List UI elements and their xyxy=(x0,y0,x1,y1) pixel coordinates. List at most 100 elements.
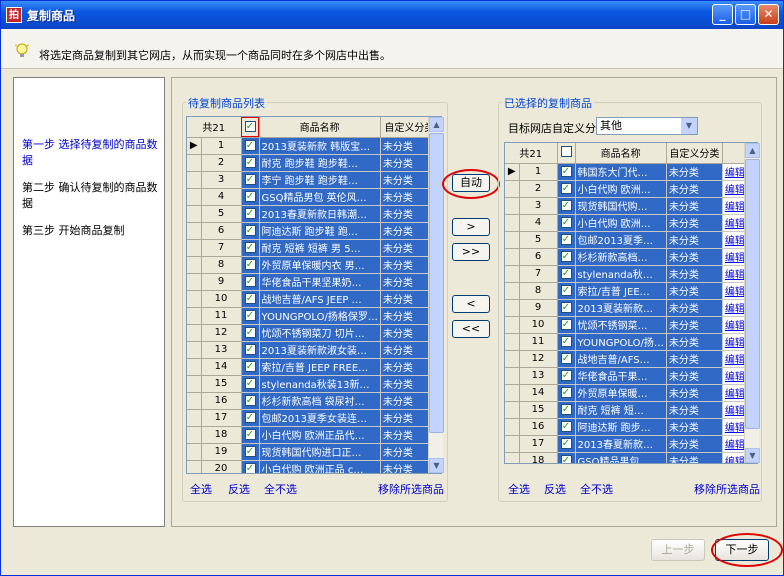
close-button[interactable]: ✕ xyxy=(758,4,779,25)
product-name-cell[interactable]: 现货韩国代购… xyxy=(575,197,667,215)
table-row[interactable]: 16 ✓ 杉杉新款高档 袋尿衬… 未分类 xyxy=(187,392,439,410)
row-checkbox-cell[interactable]: ✓ xyxy=(241,341,260,359)
row-checkbox[interactable]: ✓ xyxy=(244,242,256,253)
product-name-cell[interactable]: 战地吉普/AFS JEEP … xyxy=(259,290,381,308)
row-checkbox-cell[interactable]: ✓ xyxy=(557,299,576,317)
table-row[interactable]: 2 ✓ 小白代购 欧洲… 未分类 编辑 xyxy=(505,180,757,198)
category-cell[interactable]: 未分类 xyxy=(666,197,723,215)
product-name-cell[interactable]: 小白代购 欧洲… xyxy=(575,180,667,198)
table-row[interactable]: 17 ✓ 包邮2013夏季女装连… 未分类 xyxy=(187,409,439,427)
row-checkbox[interactable]: ✓ xyxy=(560,183,572,194)
category-cell[interactable]: 未分类 xyxy=(666,350,723,368)
table-row[interactable]: 4 ✓ 小白代购 欧洲… 未分类 编辑 xyxy=(505,214,757,232)
table-row[interactable]: 5 ✓ 2013春夏新款日韩潮… 未分类 xyxy=(187,205,439,223)
prev-step-button[interactable]: 上一步 xyxy=(651,539,705,561)
category-cell[interactable]: 未分类 xyxy=(666,214,723,232)
table-row[interactable]: 14 ✓ 外贸原单保暖… 未分类 编辑 xyxy=(505,384,757,402)
product-name-cell[interactable]: 杉杉新款高档… xyxy=(575,248,667,266)
table-row[interactable]: ▶ 1 ✓ 韩国东大门代… 未分类 编辑 xyxy=(505,163,757,181)
row-checkbox[interactable]: ✓ xyxy=(244,327,256,338)
row-checkbox-cell[interactable]: ✓ xyxy=(557,316,576,334)
table-row[interactable]: 3 ✓ 现货韩国代购… 未分类 编辑 xyxy=(505,197,757,215)
table-row[interactable]: ▶ 1 ✓ 2013夏装新款 韩版宝… 未分类 xyxy=(187,137,439,155)
product-name-cell[interactable]: stylenanda秋… xyxy=(575,265,667,283)
product-name-cell[interactable]: 索拉/吉普 JEEP FREE… xyxy=(259,358,381,376)
row-checkbox[interactable]: ✓ xyxy=(560,421,572,432)
row-checkbox-cell[interactable]: ✓ xyxy=(557,350,576,368)
move-all-right-button[interactable]: >> xyxy=(452,243,490,261)
table-row[interactable]: 18 ✓ 小白代购 欧洲正品代… 未分类 xyxy=(187,426,439,444)
row-checkbox[interactable]: ✓ xyxy=(244,225,256,236)
product-name-cell[interactable]: 2013夏装新款 韩版宝… xyxy=(259,137,381,155)
right-invert-link[interactable]: 反选 xyxy=(544,481,566,497)
row-checkbox-cell[interactable]: ✓ xyxy=(241,460,260,473)
row-checkbox-cell[interactable]: ✓ xyxy=(557,282,576,300)
category-cell[interactable]: 未分类 xyxy=(666,384,723,402)
row-checkbox-cell[interactable]: ✓ xyxy=(557,214,576,232)
category-cell[interactable]: 未分类 xyxy=(666,299,723,317)
row-checkbox[interactable]: ✓ xyxy=(560,336,572,347)
product-name-cell[interactable]: stylenanda秋装13新… xyxy=(259,375,381,393)
category-cell[interactable]: 未分类 xyxy=(666,435,723,453)
row-checkbox[interactable]: ✓ xyxy=(244,378,256,389)
maximize-button[interactable]: □ xyxy=(735,4,756,25)
product-name-cell[interactable]: 外贸原单保暖… xyxy=(575,384,667,402)
right-select-none-link[interactable]: 全不选 xyxy=(580,481,613,497)
row-checkbox[interactable]: ✓ xyxy=(560,302,572,313)
row-checkbox-cell[interactable]: ✓ xyxy=(557,384,576,402)
table-row[interactable]: 11 ✓ YOUNGPOLO/扬… 未分类 编辑 xyxy=(505,333,757,351)
row-checkbox-cell[interactable]: ✓ xyxy=(557,401,576,419)
table-row[interactable]: 13 ✓ 2013夏装新款淑女装… 未分类 xyxy=(187,341,439,359)
product-name-cell[interactable]: 小白代购 欧洲正品 c… xyxy=(259,460,381,473)
right-grid-scrollbar[interactable]: ▲ ▼ xyxy=(744,143,760,463)
table-row[interactable]: 4 ✓ GSQ精品男包 英伦风… 未分类 xyxy=(187,188,439,206)
product-name-cell[interactable]: 包邮2013夏季女装连… xyxy=(259,409,381,427)
move-all-left-button[interactable]: << xyxy=(452,320,490,338)
left-invert-link[interactable]: 反选 xyxy=(228,481,250,497)
row-checkbox[interactable]: ✓ xyxy=(560,455,572,463)
product-name-cell[interactable]: YOUNGPOLO/扬格保罗… xyxy=(259,307,381,325)
row-checkbox-cell[interactable]: ✓ xyxy=(241,324,260,342)
row-checkbox[interactable]: ✓ xyxy=(560,217,572,228)
product-name-cell[interactable]: 忧颂不锈钢菜刀 切片… xyxy=(259,324,381,342)
row-checkbox[interactable]: ✓ xyxy=(244,174,256,185)
table-row[interactable]: 15 ✓ stylenanda秋装13新… 未分类 xyxy=(187,375,439,393)
row-checkbox-cell[interactable]: ✓ xyxy=(241,222,260,240)
row-checkbox-cell[interactable]: ✓ xyxy=(557,231,576,249)
check-all-checkbox[interactable] xyxy=(560,145,572,157)
category-cell[interactable]: 未分类 xyxy=(666,180,723,198)
product-name-cell[interactable]: 忧颂不锈钢菜… xyxy=(575,316,667,334)
row-checkbox[interactable]: ✓ xyxy=(560,370,572,381)
row-checkbox[interactable]: ✓ xyxy=(560,353,572,364)
product-name-cell[interactable]: GSQ精品男包 英伦风… xyxy=(259,188,381,206)
table-row[interactable]: 10 ✓ 忧颂不锈钢菜… 未分类 编辑 xyxy=(505,316,757,334)
minimize-button[interactable]: _ xyxy=(712,4,733,25)
row-checkbox-cell[interactable]: ✓ xyxy=(241,392,260,410)
row-checkbox[interactable]: ✓ xyxy=(560,387,572,398)
product-name-cell[interactable]: 2013夏装新款淑女装… xyxy=(259,341,381,359)
product-name-cell[interactable]: 耐克 跑步鞋 跑步鞋… xyxy=(259,154,381,172)
row-checkbox[interactable]: ✓ xyxy=(244,395,256,406)
row-checkbox-cell[interactable]: ✓ xyxy=(241,273,260,291)
table-row[interactable]: 8 ✓ 索拉/吉普 JEE… 未分类 编辑 xyxy=(505,282,757,300)
row-checkbox-cell[interactable]: ✓ xyxy=(557,248,576,266)
table-row[interactable]: 8 ✓ 外贸原单保暖内衣 男… 未分类 xyxy=(187,256,439,274)
table-row[interactable]: 17 ✓ 2013春夏新款… 未分类 编辑 xyxy=(505,435,757,453)
left-select-all-link[interactable]: 全选 xyxy=(190,481,212,497)
row-checkbox-cell[interactable]: ✓ xyxy=(241,409,260,427)
table-row[interactable]: 19 ✓ 现货韩国代购进口正… 未分类 xyxy=(187,443,439,461)
left-remove-selected-link[interactable]: 移除所选商品 xyxy=(378,481,444,497)
table-row[interactable]: 5 ✓ 包邮2013夏季… 未分类 编辑 xyxy=(505,231,757,249)
move-right-button[interactable]: > xyxy=(452,218,490,236)
row-checkbox[interactable]: ✓ xyxy=(560,166,572,177)
product-name-cell[interactable]: GSQ精品男包… xyxy=(575,452,667,463)
row-checkbox[interactable]: ✓ xyxy=(560,319,572,330)
row-checkbox[interactable]: ✓ xyxy=(244,344,256,355)
right-select-all-link[interactable]: 全选 xyxy=(508,481,530,497)
row-checkbox-cell[interactable]: ✓ xyxy=(557,265,576,283)
table-row[interactable]: 18 ✓ GSQ精品男包… 未分类 编辑 xyxy=(505,452,757,463)
row-checkbox-cell[interactable]: ✓ xyxy=(557,418,576,436)
category-cell[interactable]: 未分类 xyxy=(666,333,723,351)
category-cell[interactable]: 未分类 xyxy=(666,282,723,300)
product-name-cell[interactable]: 包邮2013夏季… xyxy=(575,231,667,249)
